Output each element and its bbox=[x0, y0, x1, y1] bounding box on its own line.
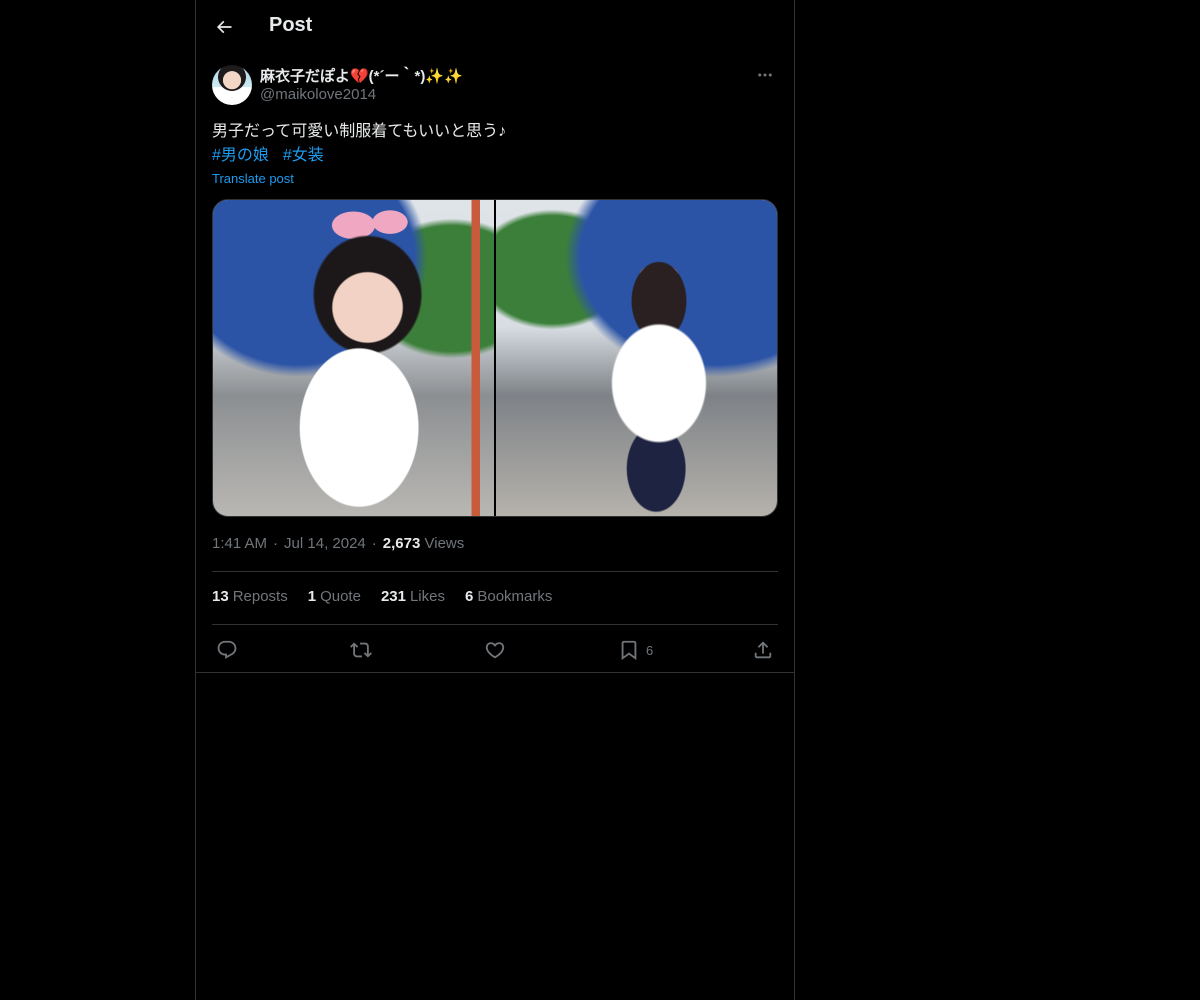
repost-icon bbox=[350, 642, 372, 658]
bookmark-count: 6 bbox=[646, 642, 654, 658]
like-icon bbox=[485, 642, 505, 659]
more-options-button[interactable] bbox=[754, 66, 776, 84]
quotes-stat[interactable]: 1 Quote bbox=[308, 588, 361, 605]
reply-icon bbox=[217, 640, 237, 659]
back-button[interactable] bbox=[210, 13, 238, 41]
post-author: 麻衣子だぽよ💔(*´ー｀*)✨✨ @maikolove2014 bbox=[212, 64, 778, 108]
bookmarks-label: Bookmarks bbox=[477, 588, 553, 605]
bookmarks-count: 6 bbox=[465, 588, 474, 605]
like-button[interactable] bbox=[484, 636, 506, 664]
views-label: Views bbox=[424, 535, 465, 552]
back-arrow-icon bbox=[216, 20, 232, 34]
post-header: Post bbox=[196, 0, 794, 54]
post-bottom-border bbox=[196, 672, 794, 673]
bookmarks-stat[interactable]: 6 Bookmarks bbox=[465, 588, 552, 605]
post-stats: 13 Reposts 1 Quote 231 Likes 6 Bookmarks bbox=[212, 588, 572, 605]
likes-count: 231 bbox=[380, 588, 406, 605]
repost-button[interactable] bbox=[350, 636, 372, 664]
post-meta: 1:41 AM · Jul 14, 2024 · 2,673 Views bbox=[212, 535, 464, 552]
reposts-count: 13 bbox=[212, 588, 229, 605]
page-title: Post bbox=[269, 14, 313, 36]
views-count: 2,673 bbox=[382, 535, 421, 552]
more-icon bbox=[758, 73, 772, 77]
avatar[interactable] bbox=[212, 65, 252, 105]
author-display-name[interactable]: 麻衣子だぽよ💔(*´ー｀*)✨✨ bbox=[260, 65, 463, 86]
post-photo-1[interactable] bbox=[213, 200, 494, 516]
hashtag-link[interactable]: #男の娘 bbox=[212, 147, 269, 164]
post-media bbox=[212, 199, 778, 517]
meta-separator: · bbox=[371, 535, 377, 552]
likes-stat[interactable]: 231 Likes bbox=[381, 588, 445, 605]
share-icon bbox=[754, 641, 772, 659]
hashtag-link[interactable]: #女装 bbox=[283, 147, 324, 164]
post-detail-column: Post 麻衣子だぽよ💔(*´ー｀*)✨✨ @maikolove2014 男子だ… bbox=[195, 0, 795, 1000]
reposts-label: Reposts bbox=[232, 588, 288, 605]
author-handle[interactable]: @maikolove2014 bbox=[260, 86, 376, 103]
post-time[interactable]: 1:41 AM bbox=[212, 535, 267, 552]
post-actions: 6 bbox=[212, 636, 778, 664]
post-photo-2[interactable] bbox=[496, 200, 777, 516]
share-button[interactable] bbox=[752, 636, 774, 664]
bookmark-icon bbox=[621, 640, 637, 661]
post-date[interactable]: Jul 14, 2024 bbox=[284, 535, 366, 552]
reposts-stat[interactable]: 13 Reposts bbox=[212, 588, 288, 605]
quotes-label: Quote bbox=[320, 588, 361, 605]
divider bbox=[212, 571, 778, 572]
translate-post-link[interactable]: Translate post bbox=[212, 171, 294, 186]
quotes-count: 1 bbox=[307, 588, 317, 605]
likes-label: Likes bbox=[409, 588, 445, 605]
bookmark-button[interactable]: 6 bbox=[618, 636, 653, 664]
post-hashtags: #男の娘 #女装 bbox=[212, 144, 338, 168]
meta-separator: · bbox=[273, 535, 279, 552]
post-text: 男子だって可愛い制服着てもいいと思う♪ bbox=[212, 123, 507, 140]
reply-button[interactable] bbox=[216, 636, 238, 664]
divider bbox=[212, 624, 778, 625]
